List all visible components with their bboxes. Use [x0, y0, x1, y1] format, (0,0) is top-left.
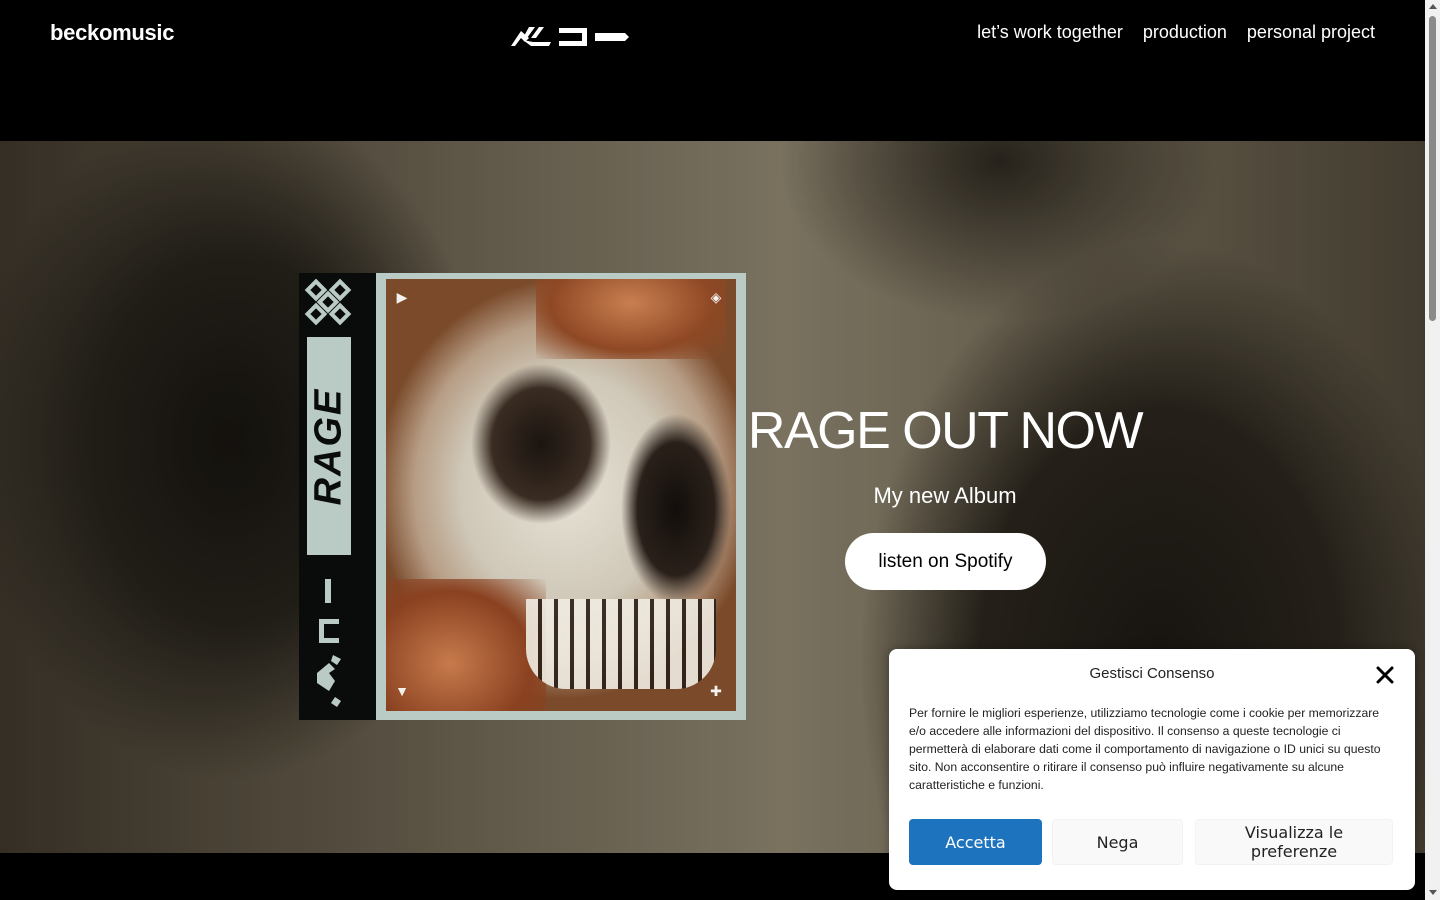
- main-nav: let’s work together production personal …: [977, 22, 1375, 43]
- plus-icon: ✚: [710, 683, 722, 699]
- view-preferences-button[interactable]: Visualizza le preferenze: [1195, 819, 1393, 865]
- spine-logo-glyph-icon: [317, 579, 341, 707]
- album-spine: RAGE: [299, 273, 363, 720]
- art-flesh-detail: [386, 579, 546, 711]
- scroll-up-arrow-icon[interactable]: [1429, 4, 1437, 9]
- nav-link-production[interactable]: production: [1143, 22, 1227, 43]
- deny-button[interactable]: Nega: [1052, 819, 1183, 865]
- nav-link-work-together[interactable]: let’s work together: [977, 22, 1123, 43]
- consent-title: Gestisci Consenso: [1089, 665, 1215, 682]
- play-icon: ▶: [396, 289, 408, 305]
- art-teeth-detail: [526, 599, 716, 689]
- triangle-icon: ▼: [395, 683, 409, 699]
- cookie-consent-dialog: Gestisci Consenso Per fornire le miglior…: [889, 649, 1415, 890]
- consent-description: Per fornire le migliori esperienze, util…: [909, 706, 1381, 792]
- knot-pattern-icon: [304, 278, 352, 326]
- accept-button[interactable]: Accetta: [909, 819, 1042, 865]
- page-scrollbar[interactable]: [1425, 0, 1440, 900]
- close-icon[interactable]: [1373, 663, 1397, 687]
- nav-link-personal-project[interactable]: personal project: [1247, 22, 1375, 43]
- skull-artwork: ▶ ◈ ▼ ✚: [386, 279, 736, 711]
- scrollbar-thumb[interactable]: [1429, 16, 1436, 321]
- spine-divider: [363, 273, 437, 720]
- diamond-icon: ◈: [710, 289, 722, 305]
- art-flesh-detail: [536, 279, 726, 359]
- logo-glyph-icon[interactable]: [509, 22, 631, 50]
- scroll-down-arrow-icon[interactable]: [1429, 890, 1437, 895]
- brand-name[interactable]: beckomusic: [50, 20, 174, 46]
- listen-on-spotify-button[interactable]: listen on Spotify: [845, 533, 1046, 590]
- hero-title: RAGE OUT NOW: [747, 402, 1144, 460]
- hero-subtitle: My new Album: [873, 483, 1017, 508]
- spine-title: RAGE: [307, 387, 350, 505]
- album-cover[interactable]: RAGE ▶ ◈ ▼ ✚: [299, 273, 746, 720]
- site-header: beckomusic let’s work together productio…: [0, 0, 1425, 141]
